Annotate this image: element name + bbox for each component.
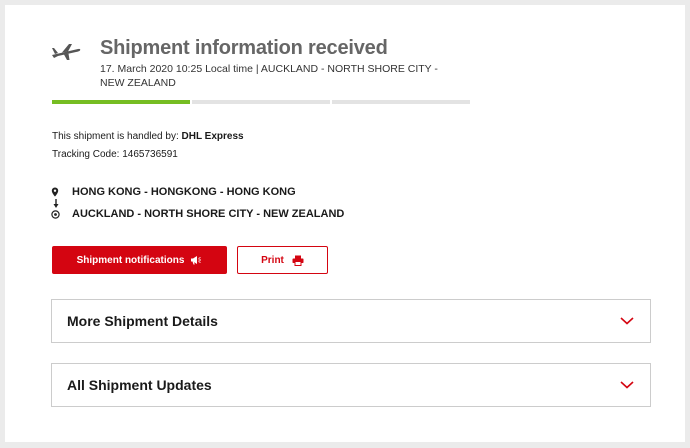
destination-location: AUCKLAND - NORTH SHORE CITY - NEW ZEALAN… bbox=[72, 208, 345, 220]
tracking-label: Tracking Code: bbox=[52, 149, 123, 160]
location-pin-icon bbox=[51, 187, 59, 197]
progress-segment bbox=[192, 100, 330, 104]
progress-bar bbox=[52, 100, 470, 104]
status-title: Shipment information received bbox=[100, 37, 388, 59]
tracking-line: Tracking Code: 1465736591 bbox=[52, 149, 178, 160]
target-icon bbox=[51, 209, 60, 219]
status-details: 17. March 2020 10:25 Local time | AUCKLA… bbox=[100, 63, 438, 89]
chevron-down-icon bbox=[620, 381, 634, 389]
handled-by-label: This shipment is handled by: bbox=[52, 131, 182, 142]
shipment-card: Shipment information received 17. March … bbox=[5, 5, 685, 442]
progress-segment bbox=[332, 100, 470, 104]
chevron-down-icon bbox=[620, 317, 634, 325]
megaphone-icon bbox=[191, 256, 202, 265]
progress-segment bbox=[52, 100, 190, 104]
more-shipment-details-accordion[interactable]: More Shipment Details bbox=[51, 299, 651, 343]
tracking-code: 1465736591 bbox=[122, 149, 178, 160]
handled-by-line: This shipment is handled by: DHL Express bbox=[52, 131, 244, 142]
print-button[interactable]: Print bbox=[237, 246, 328, 274]
shipment-notifications-button[interactable]: Shipment notifications bbox=[52, 246, 227, 274]
accordion-title: All Shipment Updates bbox=[67, 377, 212, 393]
accordion-title: More Shipment Details bbox=[67, 313, 218, 329]
shipment-notifications-label: Shipment notifications bbox=[76, 254, 185, 266]
carrier-name: DHL Express bbox=[181, 131, 244, 142]
route-destination: AUCKLAND - NORTH SHORE CITY - NEW ZEALAN… bbox=[51, 208, 344, 220]
printer-icon bbox=[292, 255, 304, 266]
origin-location: HONG KONG - HONGKONG - HONG KONG bbox=[72, 186, 296, 198]
route-origin: HONG KONG - HONGKONG - HONG KONG bbox=[51, 186, 296, 198]
airplane-icon bbox=[52, 44, 81, 60]
print-label: Print bbox=[261, 254, 284, 266]
all-shipment-updates-accordion[interactable]: All Shipment Updates bbox=[51, 363, 651, 407]
